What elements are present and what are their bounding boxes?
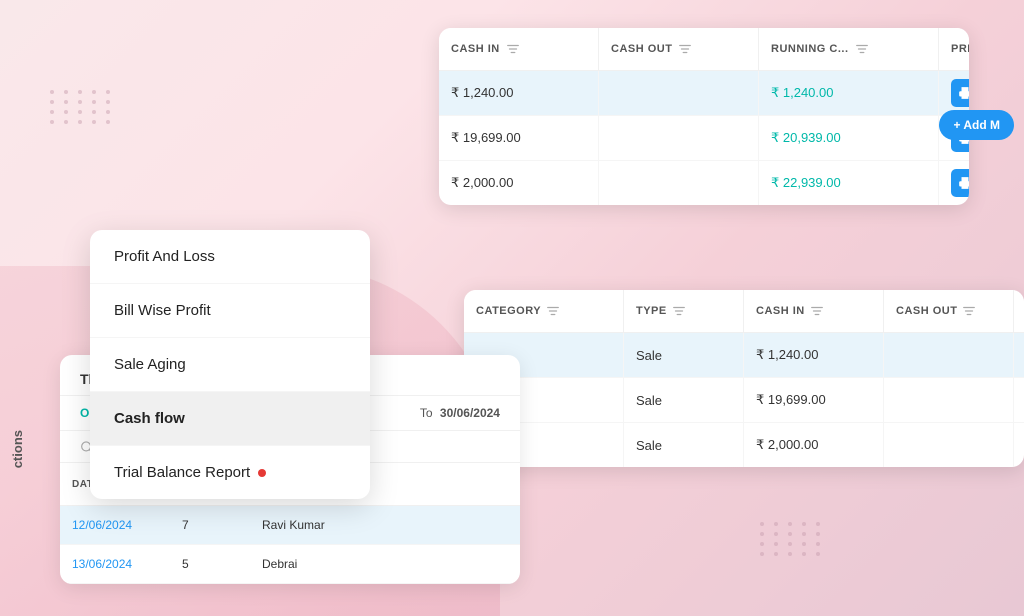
filter-icon[interactable] [672, 304, 686, 318]
cat1-type: Sale [624, 333, 744, 377]
category-table: CATEGORY TYPE CASH IN CASH OUT [464, 290, 1024, 467]
filter-icon[interactable] [855, 42, 869, 56]
row1-running: ₹ 1,240.00 [759, 71, 939, 115]
print-button[interactable] [951, 79, 969, 107]
cat3-cash-in: ₹ 2,000.00 [744, 423, 884, 467]
cat2-type: Sale [624, 378, 744, 422]
row2-cash-in: ₹ 19,699.00 [439, 116, 599, 160]
cat1-cash-out [884, 333, 1014, 377]
dots-decoration-tl [50, 90, 114, 124]
cashflow-row-2: ₹ 19,699.00 ₹ 20,939.00 [439, 116, 969, 161]
filter-icon[interactable] [962, 304, 976, 318]
menu-item-bill-wise[interactable]: Bill Wise Profit [90, 284, 370, 338]
row3-cash-out [599, 161, 759, 205]
cashflow-row-3: ₹ 2,000.00 ₹ 22,939.00 [439, 161, 969, 205]
tp1-date: 12/06/2024 [60, 506, 170, 544]
row2-cash-out [599, 116, 759, 160]
menu-item-sale-aging[interactable]: Sale Aging [90, 338, 370, 392]
row1-cash-out [599, 71, 759, 115]
tp2-extra [380, 545, 510, 583]
cat3-extra [1014, 423, 1024, 467]
tp2-ref: 5 [170, 545, 250, 583]
dots-decoration-br [760, 522, 824, 556]
row2-running: ₹ 20,939.00 [759, 116, 939, 160]
cashflow-table-header: CASH IN CASH OUT RUNNING C... PRINT / SH… [439, 28, 969, 71]
cat3-type: Sale [624, 423, 744, 467]
tp2-date: 13/06/2024 [60, 545, 170, 583]
cat2-extra [1014, 378, 1024, 422]
col-cash-out: CASH OUT [599, 28, 759, 70]
cat-col-cash-in: CASH IN [744, 290, 884, 332]
add-m-button[interactable]: + Add M [939, 110, 1014, 140]
cat-row-2: Sale ₹ 19,699.00 [464, 378, 1024, 423]
col-cash-in: CASH IN [439, 28, 599, 70]
category-table-header: CATEGORY TYPE CASH IN CASH OUT [464, 290, 1024, 333]
cat3-cash-out [884, 423, 1014, 467]
cashflow-row-1: ₹ 1,240.00 ₹ 1,240.00 [439, 71, 969, 116]
row1-cash-in: ₹ 1,240.00 [439, 71, 599, 115]
cat1-cash-in: ₹ 1,240.00 [744, 333, 884, 377]
tp1-ref: 7 [170, 506, 250, 544]
col-extra [380, 463, 510, 505]
report-dropdown-menu: Profit And Loss Bill Wise Profit Sale Ag… [90, 230, 370, 499]
menu-item-profit-loss[interactable]: Profit And Loss [90, 230, 370, 284]
cat-row-3: Sale ₹ 2,000.00 [464, 423, 1024, 467]
tp1-name: Ravi Kumar [250, 506, 380, 544]
filter-icon[interactable] [810, 304, 824, 318]
cat2-cash-in: ₹ 19,699.00 [744, 378, 884, 422]
filter-icon[interactable] [506, 42, 520, 56]
row3-cash-in: ₹ 2,000.00 [439, 161, 599, 205]
cat-col-cash-out: CASH OUT [884, 290, 1014, 332]
cat1-extra [1014, 333, 1024, 377]
cat-row-1: Sale ₹ 1,240.00 [464, 333, 1024, 378]
col-running: RUNNING C... [759, 28, 939, 70]
ctns-label: ctions [10, 430, 25, 468]
tp-row-1: 12/06/2024 7 Ravi Kumar [60, 506, 520, 545]
cat-col-type: TYPE [624, 290, 744, 332]
print-button-3[interactable] [951, 169, 969, 197]
cat-col-extra [1014, 290, 1024, 332]
row3-actions [939, 161, 969, 205]
cashflow-table: CASH IN CASH OUT RUNNING C... PRINT / SH… [439, 28, 969, 205]
filter-icon[interactable] [678, 42, 692, 56]
cat2-cash-out [884, 378, 1014, 422]
filter-icon[interactable] [546, 304, 560, 318]
row3-running: ₹ 22,939.00 [759, 161, 939, 205]
tp-row-2: 13/06/2024 5 Debrai [60, 545, 520, 584]
tp2-name: Debrai [250, 545, 380, 583]
menu-item-trial-balance[interactable]: Trial Balance Report [90, 446, 370, 499]
cat-col-category: CATEGORY [464, 290, 624, 332]
tp1-extra [380, 506, 510, 544]
tp-date-label: To 30/06/2024 [420, 406, 500, 420]
notification-badge [258, 469, 266, 477]
col-print: PRINT / SH... [939, 28, 969, 70]
row1-actions [939, 71, 969, 115]
menu-item-cash-flow[interactable]: Cash flow [90, 392, 370, 446]
